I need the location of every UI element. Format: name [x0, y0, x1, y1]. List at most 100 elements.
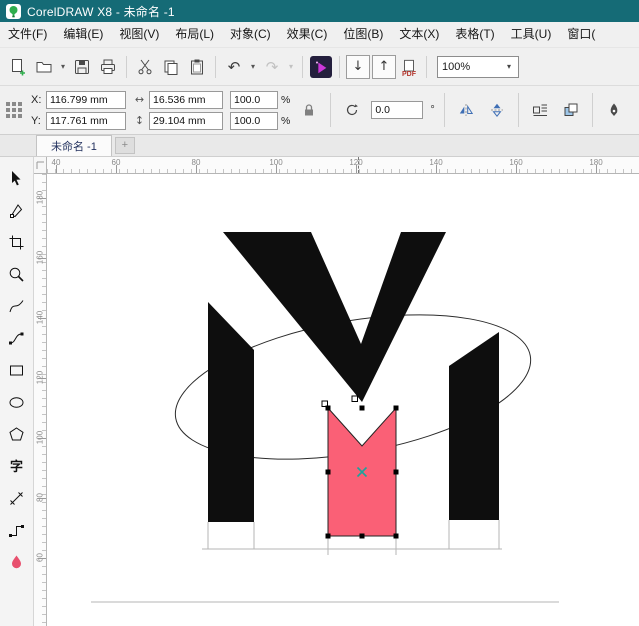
- rectangle-tool[interactable]: [5, 361, 29, 379]
- ruler-origin-box[interactable]: [34, 157, 47, 174]
- selection-handle[interactable]: [360, 534, 365, 539]
- x-position-input[interactable]: 116.799 mm: [46, 91, 126, 109]
- scale-vertical-input[interactable]: 100.0: [230, 112, 278, 130]
- drawing-surface[interactable]: [47, 174, 639, 626]
- paste-button[interactable]: [185, 54, 209, 80]
- object-order-button[interactable]: [559, 98, 583, 122]
- import-button[interactable]: ↓: [346, 55, 370, 79]
- propbar-separator: [592, 93, 593, 127]
- cut-icon: [136, 58, 154, 76]
- dimension-tool[interactable]: [5, 489, 29, 507]
- rotate-icon: [345, 103, 359, 117]
- selection-handle[interactable]: [326, 406, 331, 411]
- polygon-tool[interactable]: [5, 425, 29, 443]
- hruler-major-tick: [356, 165, 357, 173]
- copy-button[interactable]: [159, 54, 183, 80]
- vertical-ruler[interactable]: 180 160 140 120 100 80 60: [34, 174, 47, 626]
- print-button[interactable]: [96, 54, 120, 80]
- connector-tool[interactable]: [5, 521, 29, 539]
- horizontal-ruler[interactable]: 40 60 80 100 120 140 160 180: [47, 157, 639, 174]
- mirror-vertical-button[interactable]: [485, 98, 509, 122]
- tab-untitled-1[interactable]: 未命名 -1: [36, 135, 112, 156]
- drawing-canvas[interactable]: [47, 174, 639, 626]
- bspline-tool[interactable]: [5, 329, 29, 347]
- menu-view[interactable]: 视图(V): [111, 22, 167, 47]
- logo-chevron[interactable]: [223, 232, 446, 402]
- menu-text[interactable]: 文本(X): [391, 22, 447, 47]
- publish-pdf-button[interactable]: PDF: [398, 55, 420, 79]
- menu-window[interactable]: 窗口(: [559, 22, 603, 47]
- coreldraw-app-icon: [6, 4, 21, 19]
- outline-pen-button[interactable]: [602, 98, 626, 122]
- open-dropdown-arrow[interactable]: ▾: [58, 62, 68, 71]
- order-icon: [563, 102, 579, 118]
- toolbox: 字: [0, 157, 34, 626]
- pick-tool[interactable]: [5, 169, 29, 187]
- ellipse-tool[interactable]: [5, 393, 29, 411]
- cut-button[interactable]: [133, 54, 157, 80]
- undo-dropdown-arrow[interactable]: ▾: [248, 62, 258, 71]
- export-button[interactable]: ↑: [372, 55, 396, 79]
- hruler-major-tick: [116, 165, 117, 173]
- selection-handle[interactable]: [326, 534, 331, 539]
- zoom-tool[interactable]: [5, 265, 29, 283]
- vruler-major-tick: [38, 318, 46, 319]
- standard-toolbar: ▾ ↶ ▾ ↷: [0, 48, 639, 86]
- shape-tool[interactable]: [5, 201, 29, 219]
- menu-effects[interactable]: 效果(C): [279, 22, 336, 47]
- selection-handle[interactable]: [394, 470, 399, 475]
- selection-handle[interactable]: [326, 470, 331, 475]
- selection-handle[interactable]: [360, 406, 365, 411]
- interactive-fill-tool[interactable]: [5, 553, 29, 571]
- guide-lines: [91, 520, 559, 602]
- vruler-major-tick: [38, 258, 46, 259]
- crop-tool[interactable]: [5, 233, 29, 251]
- menu-object[interactable]: 对象(C): [222, 22, 279, 47]
- scale-vertical-percent: %: [281, 115, 290, 127]
- launcher-button[interactable]: [309, 54, 333, 80]
- pick-tool-icon: [8, 170, 25, 187]
- object-width-input[interactable]: 16.536 mm: [149, 91, 223, 109]
- polygon-tool-icon: [8, 426, 25, 443]
- logo-right-bar[interactable]: [449, 332, 499, 520]
- save-button[interactable]: [70, 54, 94, 80]
- redo-button[interactable]: ↷: [260, 54, 284, 80]
- toolbar-separator: [339, 56, 340, 78]
- undo-button[interactable]: ↶: [222, 54, 246, 80]
- lock-icon: [302, 103, 316, 117]
- menu-table[interactable]: 表格(T): [447, 22, 502, 47]
- new-document-button[interactable]: [6, 54, 30, 80]
- freehand-tool[interactable]: [5, 297, 29, 315]
- redo-dropdown-arrow: ▾: [286, 62, 296, 71]
- text-tool-glyph: 字: [10, 460, 23, 473]
- text-tool[interactable]: 字: [5, 457, 29, 475]
- menu-layout[interactable]: 布局(L): [167, 22, 222, 47]
- lock-ratio-button[interactable]: [297, 98, 321, 122]
- menu-tools[interactable]: 工具(U): [503, 22, 560, 47]
- selection-handle[interactable]: [394, 534, 399, 539]
- open-button[interactable]: [32, 54, 56, 80]
- menu-edit[interactable]: 编辑(E): [55, 22, 111, 47]
- mirror-horizontal-icon: [458, 102, 474, 118]
- zoom-level-combobox[interactable]: 100% ▾: [437, 56, 519, 78]
- logo-left-bar[interactable]: [208, 302, 254, 522]
- mirror-horizontal-button[interactable]: [454, 98, 478, 122]
- pen-nib-icon: [606, 102, 622, 118]
- new-document-icon: [9, 58, 27, 76]
- menu-file[interactable]: 文件(F): [0, 22, 55, 47]
- rotation-angle-input[interactable]: 0.0: [371, 101, 423, 119]
- dimension-tool-icon: [8, 490, 25, 507]
- menu-bitmaps[interactable]: 位图(B): [335, 22, 391, 47]
- curve-nodes: [322, 396, 358, 407]
- toolbar-separator: [302, 56, 303, 78]
- scale-horizontal-input[interactable]: 100.0: [230, 91, 278, 109]
- vruler-major-tick: [38, 198, 46, 199]
- object-position-grid-icon[interactable]: [6, 102, 22, 118]
- object-height-input[interactable]: 29.104 mm: [149, 112, 223, 130]
- y-position-input[interactable]: 117.761 mm: [46, 112, 126, 130]
- curve-node[interactable]: [352, 396, 358, 402]
- text-wrap-button[interactable]: [528, 98, 552, 122]
- new-tab-button[interactable]: +: [115, 137, 135, 154]
- selection-handle[interactable]: [394, 406, 399, 411]
- propbar-separator: [518, 93, 519, 127]
